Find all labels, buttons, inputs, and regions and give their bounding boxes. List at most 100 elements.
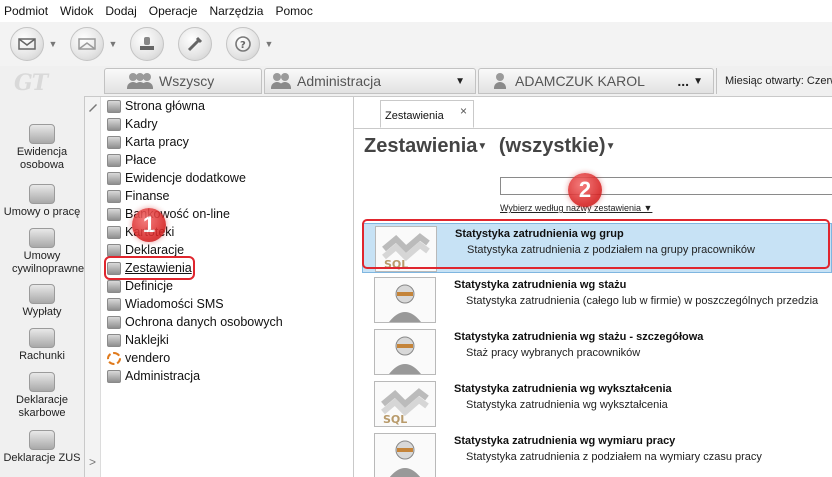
- menu-operacje[interactable]: Operacje: [149, 4, 198, 18]
- declarations-icon: [107, 243, 121, 257]
- report-title: Statystyka zatrudnienia wg wymiaru pracy: [454, 435, 676, 447]
- tree-item-deklaracje[interactable]: Deklaracje: [107, 241, 184, 259]
- mail-receive-icon[interactable]: [70, 27, 104, 61]
- menu-dodaj[interactable]: Dodaj: [105, 4, 136, 18]
- records-icon: [107, 171, 121, 185]
- rail-deklaracje-zus[interactable]: Deklaracje ZUS: [0, 430, 84, 465]
- step-badge-2: 2: [568, 173, 602, 207]
- tree-item-bankowosc[interactable]: Bankowość on-line: [107, 205, 230, 223]
- page-title: Zestawienia▼ (wszystkie)▼: [364, 135, 615, 158]
- tree-gutter: >: [85, 97, 101, 477]
- mail-send-dropdown-icon[interactable]: ▼: [46, 39, 60, 49]
- rail-label: Deklaracje skarbowe: [16, 394, 68, 419]
- menu-widok[interactable]: Widok: [60, 4, 93, 18]
- contract-icon: [29, 184, 55, 204]
- report-row[interactable]: Statystyka zatrudnienia wg wymiaru pracy…: [362, 431, 832, 477]
- tab-employee-label: ADAMCZUK KAROL: [515, 73, 645, 89]
- chevron-down-icon[interactable]: ▼: [693, 76, 703, 87]
- definitions-icon: [107, 279, 121, 293]
- help-dropdown-icon[interactable]: ▼: [262, 39, 276, 49]
- rail-label: Rachunki: [19, 350, 65, 362]
- worksheet-icon: [107, 135, 121, 149]
- tab-administracja[interactable]: Administracja ▼: [264, 68, 476, 94]
- filter-dropdown[interactable]: (wszystkie)▼: [499, 135, 616, 157]
- mail-receive-dropdown-icon[interactable]: ▼: [106, 39, 120, 49]
- report-row[interactable]: Statystyka zatrudnienia wg stażu - szcze…: [362, 327, 832, 377]
- tab-employee-more[interactable]: ...: [677, 73, 689, 89]
- menu-podmiot[interactable]: Podmiot: [4, 4, 48, 18]
- report-subtitle: Statystyka zatrudnienia wg wykształcenia: [466, 399, 668, 411]
- finance-icon: [107, 189, 121, 203]
- expand-arrow-icon[interactable]: >: [89, 455, 96, 469]
- tab-employee[interactable]: ADAMCZUK KAROL ... ▼: [478, 68, 714, 94]
- tab-zestawienia[interactable]: Zestawienia ×: [380, 100, 474, 128]
- tree-item-label: Zestawienia: [125, 261, 192, 275]
- rail-label: Umowy o pracę: [3, 206, 81, 218]
- sticker-icon: [107, 333, 121, 347]
- report-title: Statystyka zatrudnienia wg wykształcenia: [454, 383, 672, 395]
- report-title: Statystyka zatrudnienia wg stażu - szcze…: [454, 331, 704, 343]
- zus-icon: [29, 430, 55, 450]
- tree-item-administracja[interactable]: Administracja: [107, 367, 200, 385]
- close-icon[interactable]: ×: [460, 104, 467, 118]
- stamp-icon[interactable]: [130, 27, 164, 61]
- tree-item-label: Ewidencje dodatkowe: [125, 171, 246, 185]
- shield-icon: [107, 315, 121, 329]
- tools-icon[interactable]: [178, 27, 212, 61]
- tree-item-label: Deklaracje: [125, 243, 185, 257]
- payout-envelope-icon: [29, 284, 55, 304]
- sms-icon: [107, 297, 121, 311]
- tree-item-label: Strona główna: [125, 99, 205, 113]
- rail-umowy-cywilnoprawne[interactable]: Umowy cywilnoprawne: [0, 228, 84, 276]
- tree-item-label: Naklejki: [125, 333, 169, 347]
- rail-deklaracje-skarbowe[interactable]: Deklaracje skarbowe: [0, 372, 84, 420]
- report-row[interactable]: SQL Statystyka zatrudnienia wg wykształc…: [362, 379, 832, 429]
- reports-icon: [107, 261, 121, 275]
- pin-icon[interactable]: [88, 103, 98, 113]
- rail-ewidencja-osobowa[interactable]: Ewidencja osobowa: [0, 124, 84, 172]
- mail-send-icon[interactable]: [10, 27, 44, 61]
- report-subtitle: Statystyka zatrudnienia z podziałem na w…: [466, 451, 762, 463]
- tree-item-naklejki[interactable]: Naklejki: [107, 331, 169, 349]
- home-icon: [107, 99, 121, 113]
- tree-item-label: Ochrona danych osobowych: [125, 315, 283, 329]
- tree-item-sms[interactable]: Wiadomości SMS: [107, 295, 224, 313]
- tree-item-ochrona-danych[interactable]: Ochrona danych osobowych: [107, 313, 283, 331]
- person-icon: [493, 73, 507, 89]
- rail-wyplaty[interactable]: Wypłaty: [0, 284, 84, 319]
- tree-item-finanse[interactable]: Finanse: [107, 187, 169, 205]
- tree-item-ewidencje-dodatkowe[interactable]: Ewidencje dodatkowe: [107, 169, 246, 187]
- tree-item-strona-glowna[interactable]: Strona główna: [107, 97, 205, 115]
- svg-text:?: ?: [240, 40, 246, 51]
- title-text: Zestawienia: [364, 135, 478, 157]
- tree-item-definicje[interactable]: Definicje: [107, 277, 173, 295]
- bills-icon: [29, 328, 55, 348]
- report-title: Statystyka zatrudnienia wg stażu: [454, 279, 627, 291]
- help-icon[interactable]: ?: [226, 27, 260, 61]
- menu-pomoc[interactable]: Pomoc: [275, 4, 312, 18]
- tax-declaration-icon: [29, 372, 55, 392]
- rail-umowy-o-prace[interactable]: Umowy o pracę: [0, 184, 84, 219]
- tab-zestawienia-label: Zestawienia: [385, 110, 444, 122]
- rail-label: Deklaracje ZUS: [3, 452, 81, 464]
- filter-link-text: Wybierz według nazwy zestawienia: [500, 203, 641, 213]
- tab-wszyscy[interactable]: Wszyscy: [104, 68, 262, 94]
- tree-item-place[interactable]: Płace: [107, 151, 156, 169]
- tree-item-karta-pracy[interactable]: Karta pracy: [107, 133, 189, 151]
- chevron-down-icon[interactable]: ▼: [455, 76, 465, 87]
- tree-item-zestawienia[interactable]: Zestawienia: [104, 256, 195, 280]
- person-card-icon: [29, 124, 55, 144]
- tab-wszyscy-label: Wszyscy: [159, 73, 215, 89]
- people-icon: [271, 73, 291, 89]
- search-input[interactable]: [500, 177, 832, 195]
- report-row[interactable]: Statystyka zatrudnienia wg stażu Statyst…: [362, 275, 832, 325]
- menu-narzedzia[interactable]: Narzędzia: [209, 4, 263, 18]
- report-subtitle: Statystyka zatrudnienia (całego lub w fi…: [466, 295, 819, 307]
- content-panel: Zestawienia × Zestawienia▼ (wszystkie)▼ …: [354, 96, 832, 477]
- rail-rachunki[interactable]: Rachunki: [0, 328, 84, 363]
- title-dropdown[interactable]: Zestawienia▼: [364, 135, 487, 157]
- tree-item-vendero[interactable]: vendero: [107, 349, 170, 367]
- tree-item-kadry[interactable]: Kadry: [107, 115, 158, 133]
- rail-label: Umowy cywilnoprawne: [12, 250, 85, 275]
- context-tab-strip: GT Wszyscy Administracja ▼ ADAMCZUK KARO…: [0, 66, 832, 96]
